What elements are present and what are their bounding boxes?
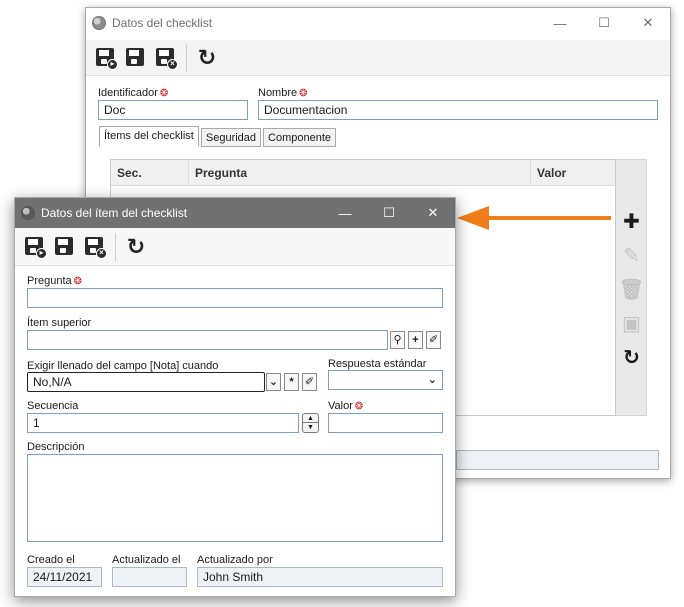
- grid-column-pregunta[interactable]: Pregunta: [189, 160, 531, 185]
- toolbar-separator: [115, 232, 116, 261]
- edit-button[interactable]: ✎: [616, 238, 647, 272]
- grid-column-valor[interactable]: Valor: [531, 160, 615, 185]
- pregunta-input[interactable]: [27, 288, 443, 308]
- exigir-asterisk-button[interactable]: *: [284, 373, 299, 391]
- checklist-item-window: Datos del ítem del checklist — ☐ ✕ ▸ × ↻…: [14, 197, 456, 597]
- brush-icon: ✐: [428, 334, 439, 346]
- item-superior-label: Ítem superior: [27, 317, 92, 329]
- search-icon: ⚲: [393, 334, 402, 346]
- tab-componente[interactable]: Componente: [263, 128, 337, 147]
- tab-items[interactable]: Ítems del checklist: [99, 126, 199, 147]
- actualizado-field: [112, 567, 187, 587]
- checklist-toolbar: ▸ × ↻: [86, 40, 670, 76]
- actualizado-por-field: John Smith: [197, 567, 443, 587]
- secuencia-label: Secuencia: [27, 400, 79, 412]
- add-superior-button[interactable]: +: [408, 331, 423, 349]
- maximize-button[interactable]: ☐: [582, 8, 626, 38]
- add-icon: ✚: [623, 210, 640, 233]
- valor-label: Valor ❂: [328, 400, 364, 412]
- secuencia-input[interactable]: 1: [27, 413, 299, 433]
- refresh-button[interactable]: ↻: [124, 233, 148, 259]
- exigir-select[interactable]: No,N/A: [27, 372, 265, 392]
- delete-button[interactable]: 🗑: [616, 272, 647, 306]
- required-icon: ❂: [159, 88, 169, 99]
- grid-header: Sec. Pregunta Valor: [111, 160, 615, 186]
- item-toolbar: ▸ × ↻: [15, 228, 455, 266]
- maximize-button[interactable]: ☐: [367, 198, 411, 228]
- app-logo-icon: [92, 16, 106, 30]
- refresh-button[interactable]: ↻: [195, 44, 219, 70]
- minimize-button[interactable]: —: [538, 8, 582, 38]
- pregunta-label: Pregunta ❂: [27, 275, 83, 287]
- respuesta-select[interactable]: ⌄: [328, 370, 443, 390]
- valor-input[interactable]: [328, 413, 443, 433]
- creado-field: 24/11/2021: [27, 567, 102, 587]
- grid-side-toolbar: ✚ ✎ 🗑 ▣ ↻: [616, 159, 647, 416]
- refresh-icon: ↻: [623, 346, 640, 369]
- minimize-button[interactable]: —: [323, 198, 367, 228]
- refresh-icon: ↻: [197, 44, 217, 70]
- descripcion-label: Descripción: [27, 441, 85, 453]
- checklist-window-title: Datos del checklist: [112, 16, 213, 30]
- actualizado-label: Actualizado el: [112, 554, 181, 566]
- add-icon: +: [412, 334, 419, 346]
- delete-icon: 🗑: [618, 278, 645, 301]
- chevron-down-icon: ⌄: [268, 376, 279, 388]
- status-field: [456, 450, 659, 470]
- step-down-icon[interactable]: ▼: [303, 423, 318, 432]
- clear-exigir-button[interactable]: ✐: [302, 373, 317, 391]
- required-icon: ❂: [73, 276, 83, 287]
- save-icon: [126, 47, 144, 66]
- brush-icon: ✐: [304, 376, 315, 388]
- refresh-icon: ↻: [126, 233, 146, 259]
- checklist-titlebar: Datos del checklist — ☐ ✕: [86, 8, 670, 38]
- save-new-button[interactable]: ▸: [94, 46, 118, 70]
- grid-column-sec[interactable]: Sec.: [111, 160, 189, 185]
- save-button[interactable]: [124, 46, 148, 70]
- chevron-down-icon: ⌄: [427, 374, 437, 386]
- clear-superior-button[interactable]: ✐: [426, 331, 441, 349]
- exigir-dropdown-button[interactable]: ⌄: [266, 373, 281, 391]
- actualizado-por-label: Actualizado por: [197, 554, 273, 566]
- required-icon: ❂: [299, 88, 308, 99]
- orange-arrow-icon: [457, 206, 611, 230]
- grid-refresh-button[interactable]: ↻: [616, 340, 647, 374]
- close-button[interactable]: ✕: [411, 198, 455, 228]
- view-button[interactable]: ▣: [616, 306, 647, 340]
- nombre-input[interactable]: Documentacion: [258, 100, 658, 120]
- checklist-tabs: Ítems del checklist Seguridad Componente: [99, 126, 338, 147]
- nombre-label: Nombre ❂: [258, 87, 308, 99]
- identificador-input[interactable]: Doc: [98, 100, 248, 120]
- descripcion-textarea[interactable]: [27, 454, 443, 542]
- identificador-label: Identificador ❂: [98, 87, 169, 99]
- exigir-label: Exigir llenado del campo [Nota] cuando: [27, 360, 219, 372]
- toolbar-separator: [186, 43, 187, 72]
- item-superior-input[interactable]: [27, 330, 388, 350]
- creado-label: Creado el: [27, 554, 75, 566]
- asterisk-icon: *: [289, 376, 294, 388]
- view-icon: ▣: [622, 312, 641, 335]
- secuencia-stepper[interactable]: ▲ ▼: [302, 413, 319, 433]
- save-close-button[interactable]: ×: [83, 235, 107, 259]
- item-window-title: Datos del ítem del checklist: [41, 206, 188, 220]
- edit-icon: ✎: [623, 244, 640, 267]
- app-logo-icon: [21, 206, 35, 220]
- exigir-value: No,N/A: [33, 375, 72, 389]
- add-button[interactable]: ✚: [616, 204, 647, 238]
- save-close-button[interactable]: ×: [154, 46, 178, 70]
- item-titlebar: Datos del ítem del checklist — ☐ ✕: [15, 198, 455, 228]
- required-icon: ❂: [354, 401, 364, 412]
- save-new-button[interactable]: ▸: [23, 235, 47, 259]
- save-button[interactable]: [53, 235, 77, 259]
- respuesta-label: Respuesta estándar: [328, 358, 427, 370]
- tab-seguridad[interactable]: Seguridad: [200, 128, 262, 147]
- step-up-icon[interactable]: ▲: [303, 414, 318, 423]
- search-button[interactable]: ⚲: [390, 331, 405, 349]
- save-icon: [55, 236, 73, 255]
- close-button[interactable]: ✕: [626, 8, 670, 38]
